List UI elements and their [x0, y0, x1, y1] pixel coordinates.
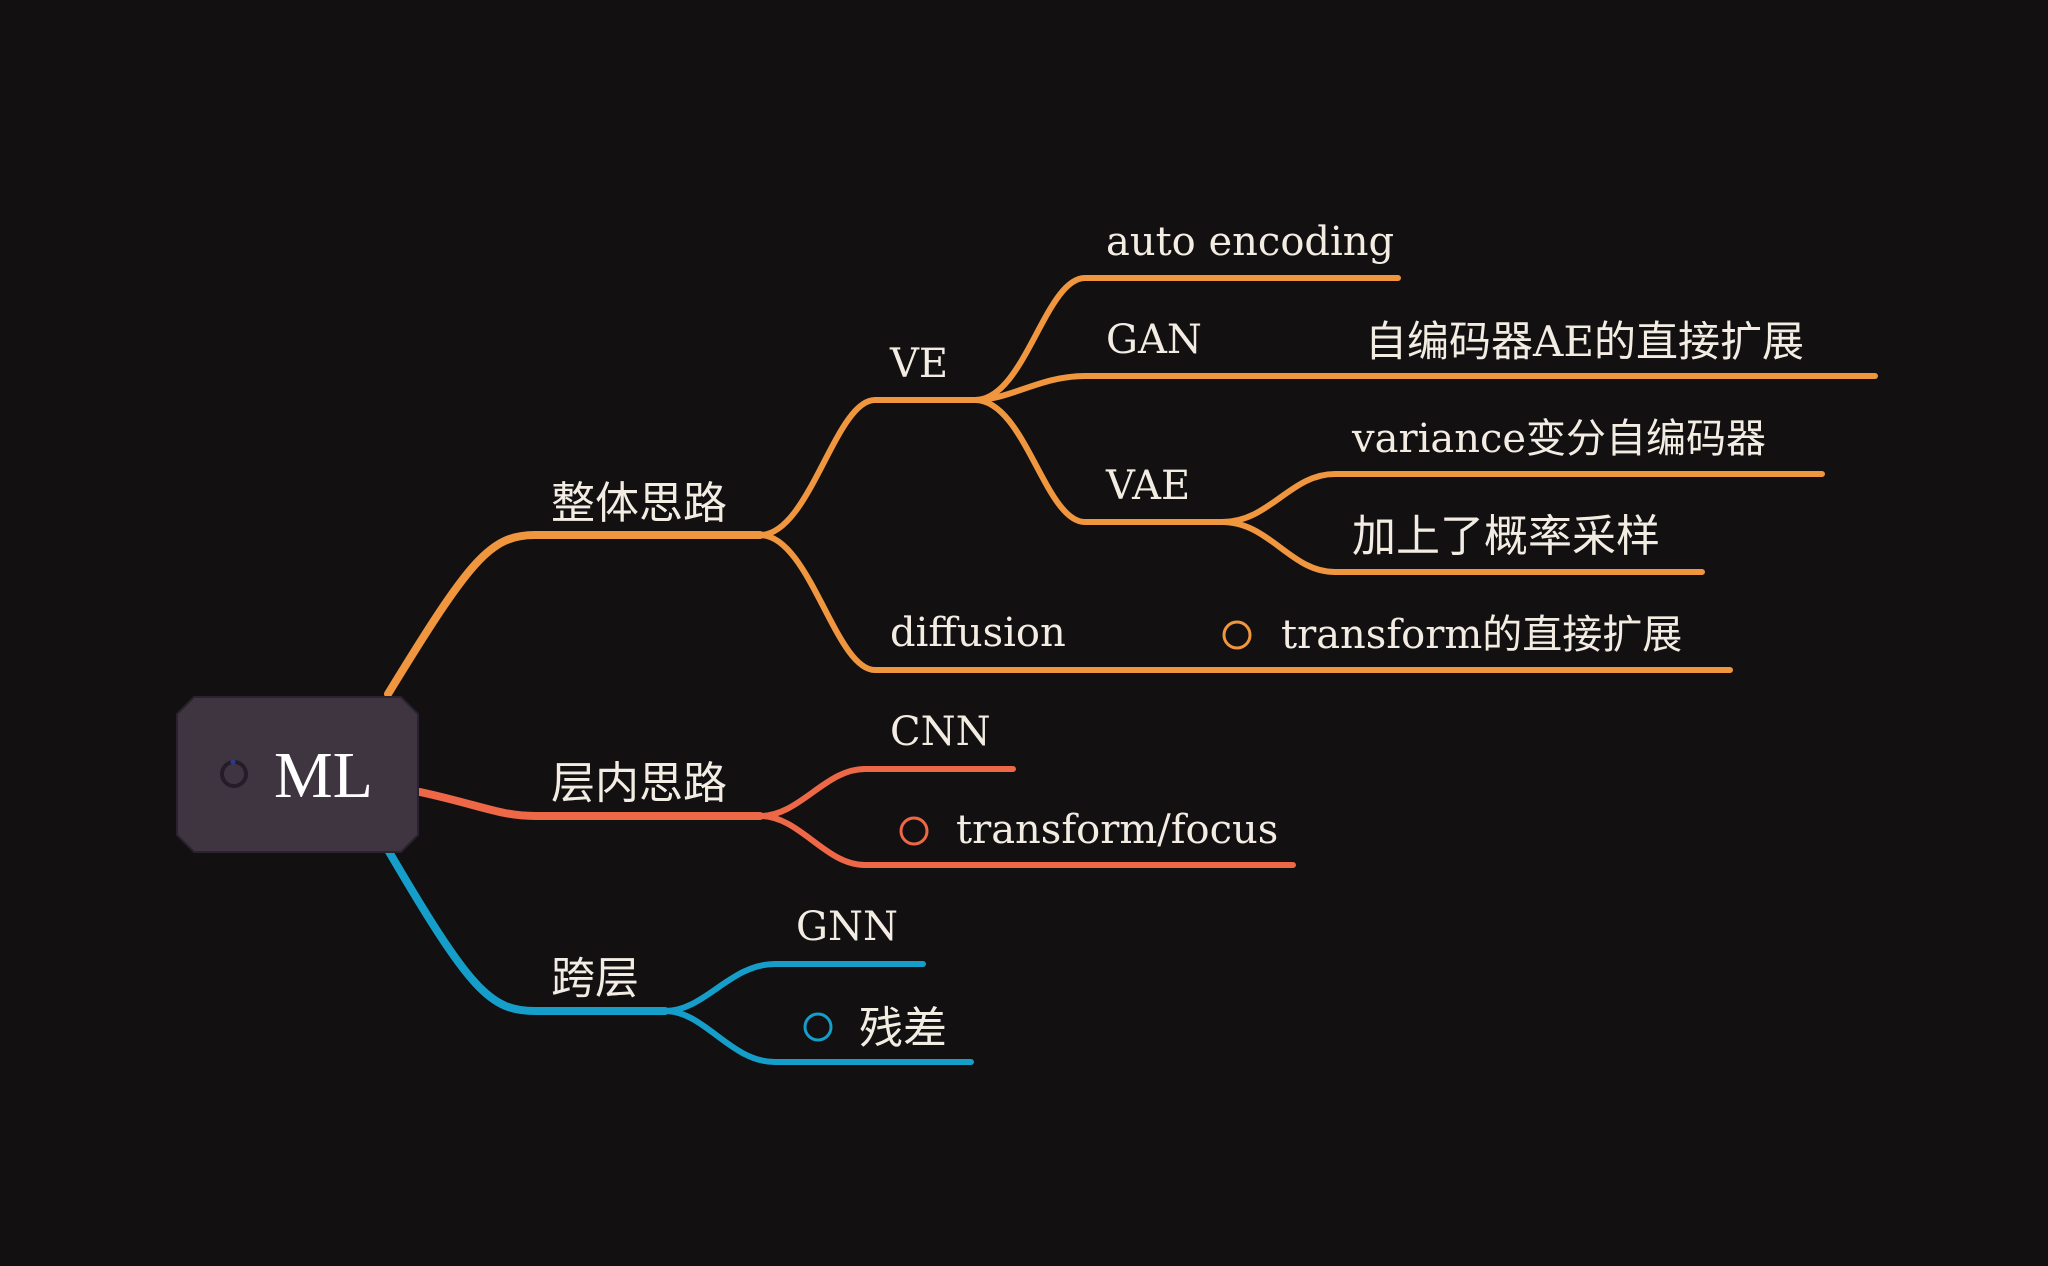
node-ve[interactable]: VE — [889, 341, 948, 387]
edge-overall-to-ve — [757, 397, 978, 538]
node-gnn[interactable]: GNN — [796, 904, 898, 950]
root-label: ML — [274, 739, 373, 812]
node-residual[interactable]: 残差 — [859, 1003, 947, 1054]
node-in-layer-approach[interactable]: 层内思路 — [551, 758, 727, 809]
note-gan[interactable]: 自编码器AE的直接扩展 — [1365, 317, 1804, 366]
circle-icon[interactable] — [803, 1012, 833, 1042]
node-auto-encoding[interactable]: auto encoding — [1106, 219, 1394, 265]
circle-icon[interactable] — [899, 816, 929, 846]
node-cnn[interactable]: CNN — [890, 709, 991, 755]
node-overall-approach[interactable]: 整体思路 — [551, 478, 727, 529]
node-transform-focus[interactable]: transform/focus — [956, 807, 1278, 853]
circle-icon[interactable] — [1222, 620, 1252, 650]
note-diffusion[interactable]: transform的直接扩展 — [1281, 612, 1682, 658]
node-probability-sampling[interactable]: 加上了概率采样 — [1352, 511, 1660, 562]
mindmap-canvas: ML 整体思路 层内思路 跨层 VE diffusion CNN transfo… — [176, 219, 1878, 1065]
edge-ve-to-gan — [972, 373, 1231, 403]
node-cross-layer[interactable]: 跨层 — [551, 953, 639, 1004]
node-vae[interactable]: VAE — [1105, 463, 1190, 509]
node-variance[interactable]: variance变分自编码器 — [1351, 416, 1766, 462]
edge-root-to-overall — [384, 531, 764, 698]
root-node[interactable]: ML — [176, 696, 419, 853]
node-gan[interactable]: GAN — [1106, 317, 1202, 363]
node-diffusion[interactable]: diffusion — [890, 610, 1066, 656]
